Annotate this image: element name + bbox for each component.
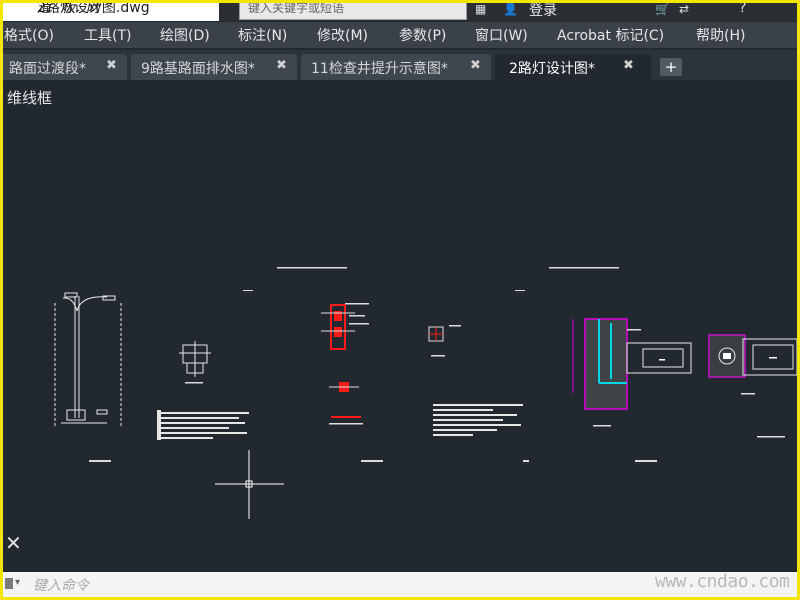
notes-block-2 [433,404,523,436]
lamp-head-detail [321,303,369,425]
menu-help[interactable]: 帮助(H) [696,25,745,45]
title-line [549,267,619,269]
search-placeholder: 键入关键字或短语 [248,3,345,15]
close-icon[interactable]: ✕ [5,531,22,555]
title-bar: 2路灯设计图.dwg 道 板 网 键入关键字或短语 ▦ 👤 登录 🛒 ⇄ ? [3,3,797,21]
caption-bar [89,460,111,462]
tab-label: 路面过渡段* [9,61,86,77]
streetlight-pole-elevation [54,292,122,428]
close-icon[interactable]: ✖ [470,58,481,73]
help-icon[interactable]: ? [739,3,746,17]
foundation-detail [179,341,211,377]
tab-drainage-plan[interactable]: 9路基路面排水图* ✖ [131,54,297,80]
caption-bar [185,382,203,384]
menu-window[interactable]: 窗口(W) [475,25,528,45]
cable-well-section [572,318,692,410]
menu-draw[interactable]: 绘图(D) [160,25,210,45]
mark [515,290,525,291]
caption-bar [361,460,383,462]
search-input[interactable]: 键入关键字或短语 [239,3,467,20]
tab-streetlight-design[interactable]: 2路灯设计图* ✖ [495,54,651,80]
cart-icon[interactable]: 🛒 [655,3,670,18]
menu-bar: 格式(O) 工具(T) 绘图(D) 标注(N) 修改(M) 参数(P) 窗口(W… [3,22,797,48]
drawing-canvas[interactable] [3,83,797,572]
caption-bar [757,436,785,438]
crosshair-cursor-icon [215,450,284,519]
menu-modify[interactable]: 修改(M) [317,25,368,45]
chevron-down-icon[interactable]: ▾ [15,577,20,588]
tab-label: 9路基路面排水图* [141,61,255,77]
tab-manhole-lift[interactable]: 11检查井提升示意图* ✖ [301,54,491,80]
menu-dimension[interactable]: 标注(N) [238,25,287,45]
add-tab-icon[interactable]: + [660,58,682,76]
tab-label: 2路灯设计图* [509,61,595,77]
exchange-icon[interactable]: ⇄ [679,3,689,18]
tab-label: 11检查井提升示意图* [311,61,448,77]
site-watermark: www.cndao.com [655,571,790,592]
site-logo: 道 板 网 [37,3,103,16]
mark [243,290,253,291]
close-icon[interactable]: ✖ [276,58,287,73]
login-button[interactable]: 登录 [529,3,557,20]
caption-bar [593,425,611,427]
command-history-icon[interactable] [5,578,13,589]
close-icon[interactable]: ✖ [623,58,634,73]
menu-format[interactable]: 格式(O) [4,25,54,45]
tab-pavement-transition[interactable]: 路面过渡段* ✖ [3,54,127,80]
search-icon[interactable]: ▦ [475,3,486,18]
caption-bar [523,460,529,462]
caption-bar [635,460,657,462]
document-tab-bar: 路面过渡段* ✖ 9路基路面排水图* ✖ 11检查井提升示意图* ✖ 2路灯设计… [3,50,797,80]
command-input[interactable]: 键入命令 [33,575,89,595]
menu-tools[interactable]: 工具(T) [84,25,131,45]
menu-acrobat-markup[interactable]: Acrobat 标记(C) [557,25,664,45]
cable-well-plan [708,334,797,395]
user-icon[interactable]: 👤 [503,3,518,18]
file-title-area: 2路灯设计图.dwg 道 板 网 [3,3,219,21]
notes-block [157,410,249,440]
menu-parametric[interactable]: 参数(P) [399,25,446,45]
title-line [277,267,347,269]
autocad-window: 2路灯设计图.dwg 道 板 网 键入关键字或短语 ▦ 👤 登录 🛒 ⇄ ? 格… [3,3,797,597]
close-icon[interactable]: ✖ [106,58,117,73]
cable-section-detail [428,325,461,357]
